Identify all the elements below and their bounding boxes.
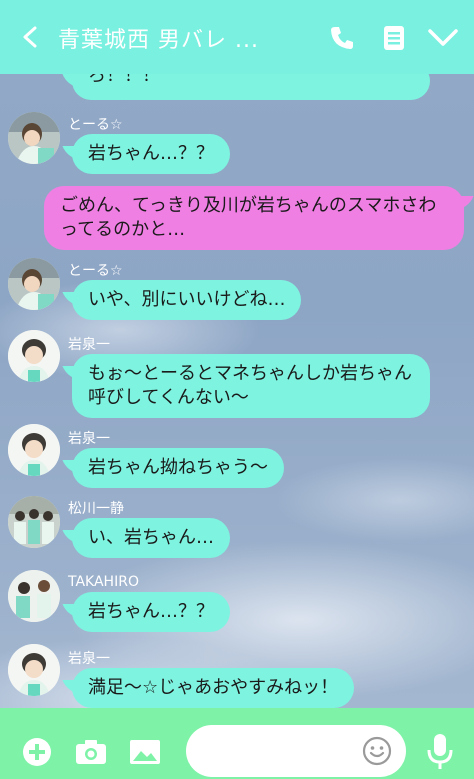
sender-name: 岩泉一 (68, 431, 110, 447)
message-text: もぉ～とーるとマネちゃんしか岩ちゃん呼びしてくんない～ (88, 363, 412, 408)
smile-icon[interactable] (362, 736, 392, 766)
notes-icon[interactable] (382, 24, 406, 52)
message-list[interactable]: ろ！！！ とーる☆ 岩ちゃん…？？ ごめん、てっきり及川が岩ちゃんのスマホさわっ… (0, 62, 474, 708)
chat-header: 青葉城西 男バレ ... (0, 0, 474, 74)
message-bubble[interactable]: 岩ちゃん拗ねちゃう～ (72, 448, 284, 488)
message-bubble[interactable]: いや、別にいいけどね… (72, 280, 302, 320)
sender-name: 岩泉一 (68, 651, 110, 667)
message-bubble[interactable]: 岩ちゃん…？？ (72, 592, 230, 632)
sender-name: 松川一静 (68, 501, 124, 517)
sender-name: とーる☆ (68, 117, 123, 133)
message-text: 岩ちゃん…？？ (88, 601, 214, 622)
phone-icon[interactable] (328, 24, 356, 52)
avatar[interactable] (8, 570, 60, 622)
avatar[interactable] (8, 644, 60, 696)
plus-icon[interactable] (22, 737, 52, 767)
sender-name: TAKAHIRO (68, 574, 139, 590)
image-icon[interactable] (128, 738, 162, 766)
chevron-left-icon[interactable] (20, 26, 42, 48)
avatar[interactable] (8, 424, 60, 476)
chevron-down-icon[interactable] (426, 26, 460, 50)
sender-name: 岩泉一 (68, 337, 110, 353)
message-bubble[interactable]: 満足～☆じゃあおやすみねッ！ (72, 668, 355, 708)
message-text: ごめん、てっきり及川が岩ちゃんのスマホさわってるのかと… (60, 195, 437, 240)
avatar[interactable] (8, 496, 60, 548)
message-bubble[interactable]: い、岩ちゃん… (72, 518, 230, 558)
avatar[interactable] (8, 258, 60, 310)
avatar[interactable] (8, 330, 60, 382)
message-text: いや、別にいいけどね… (88, 289, 286, 310)
message-bubble[interactable]: 岩ちゃん…？？ (72, 134, 230, 174)
message-text: 岩ちゃん拗ねちゃう～ (88, 457, 268, 478)
message-bubble-own[interactable]: ごめん、てっきり及川が岩ちゃんのスマホさわってるのかと… (44, 186, 464, 250)
message-bubble[interactable]: もぉ～とーるとマネちゃんしか岩ちゃん呼びしてくんない～ (72, 354, 430, 418)
chat-title: 青葉城西 男バレ ... (58, 28, 259, 53)
message-text: い、岩ちゃん… (88, 527, 214, 548)
message-text: 満足～☆じゃあおやすみねッ！ (88, 677, 339, 698)
microphone-icon[interactable] (426, 732, 454, 772)
message-text: 岩ちゃん…？？ (88, 143, 214, 164)
camera-icon[interactable] (74, 738, 108, 766)
input-bar (0, 708, 474, 779)
sender-name: とーる☆ (68, 263, 123, 279)
avatar[interactable] (8, 112, 60, 164)
